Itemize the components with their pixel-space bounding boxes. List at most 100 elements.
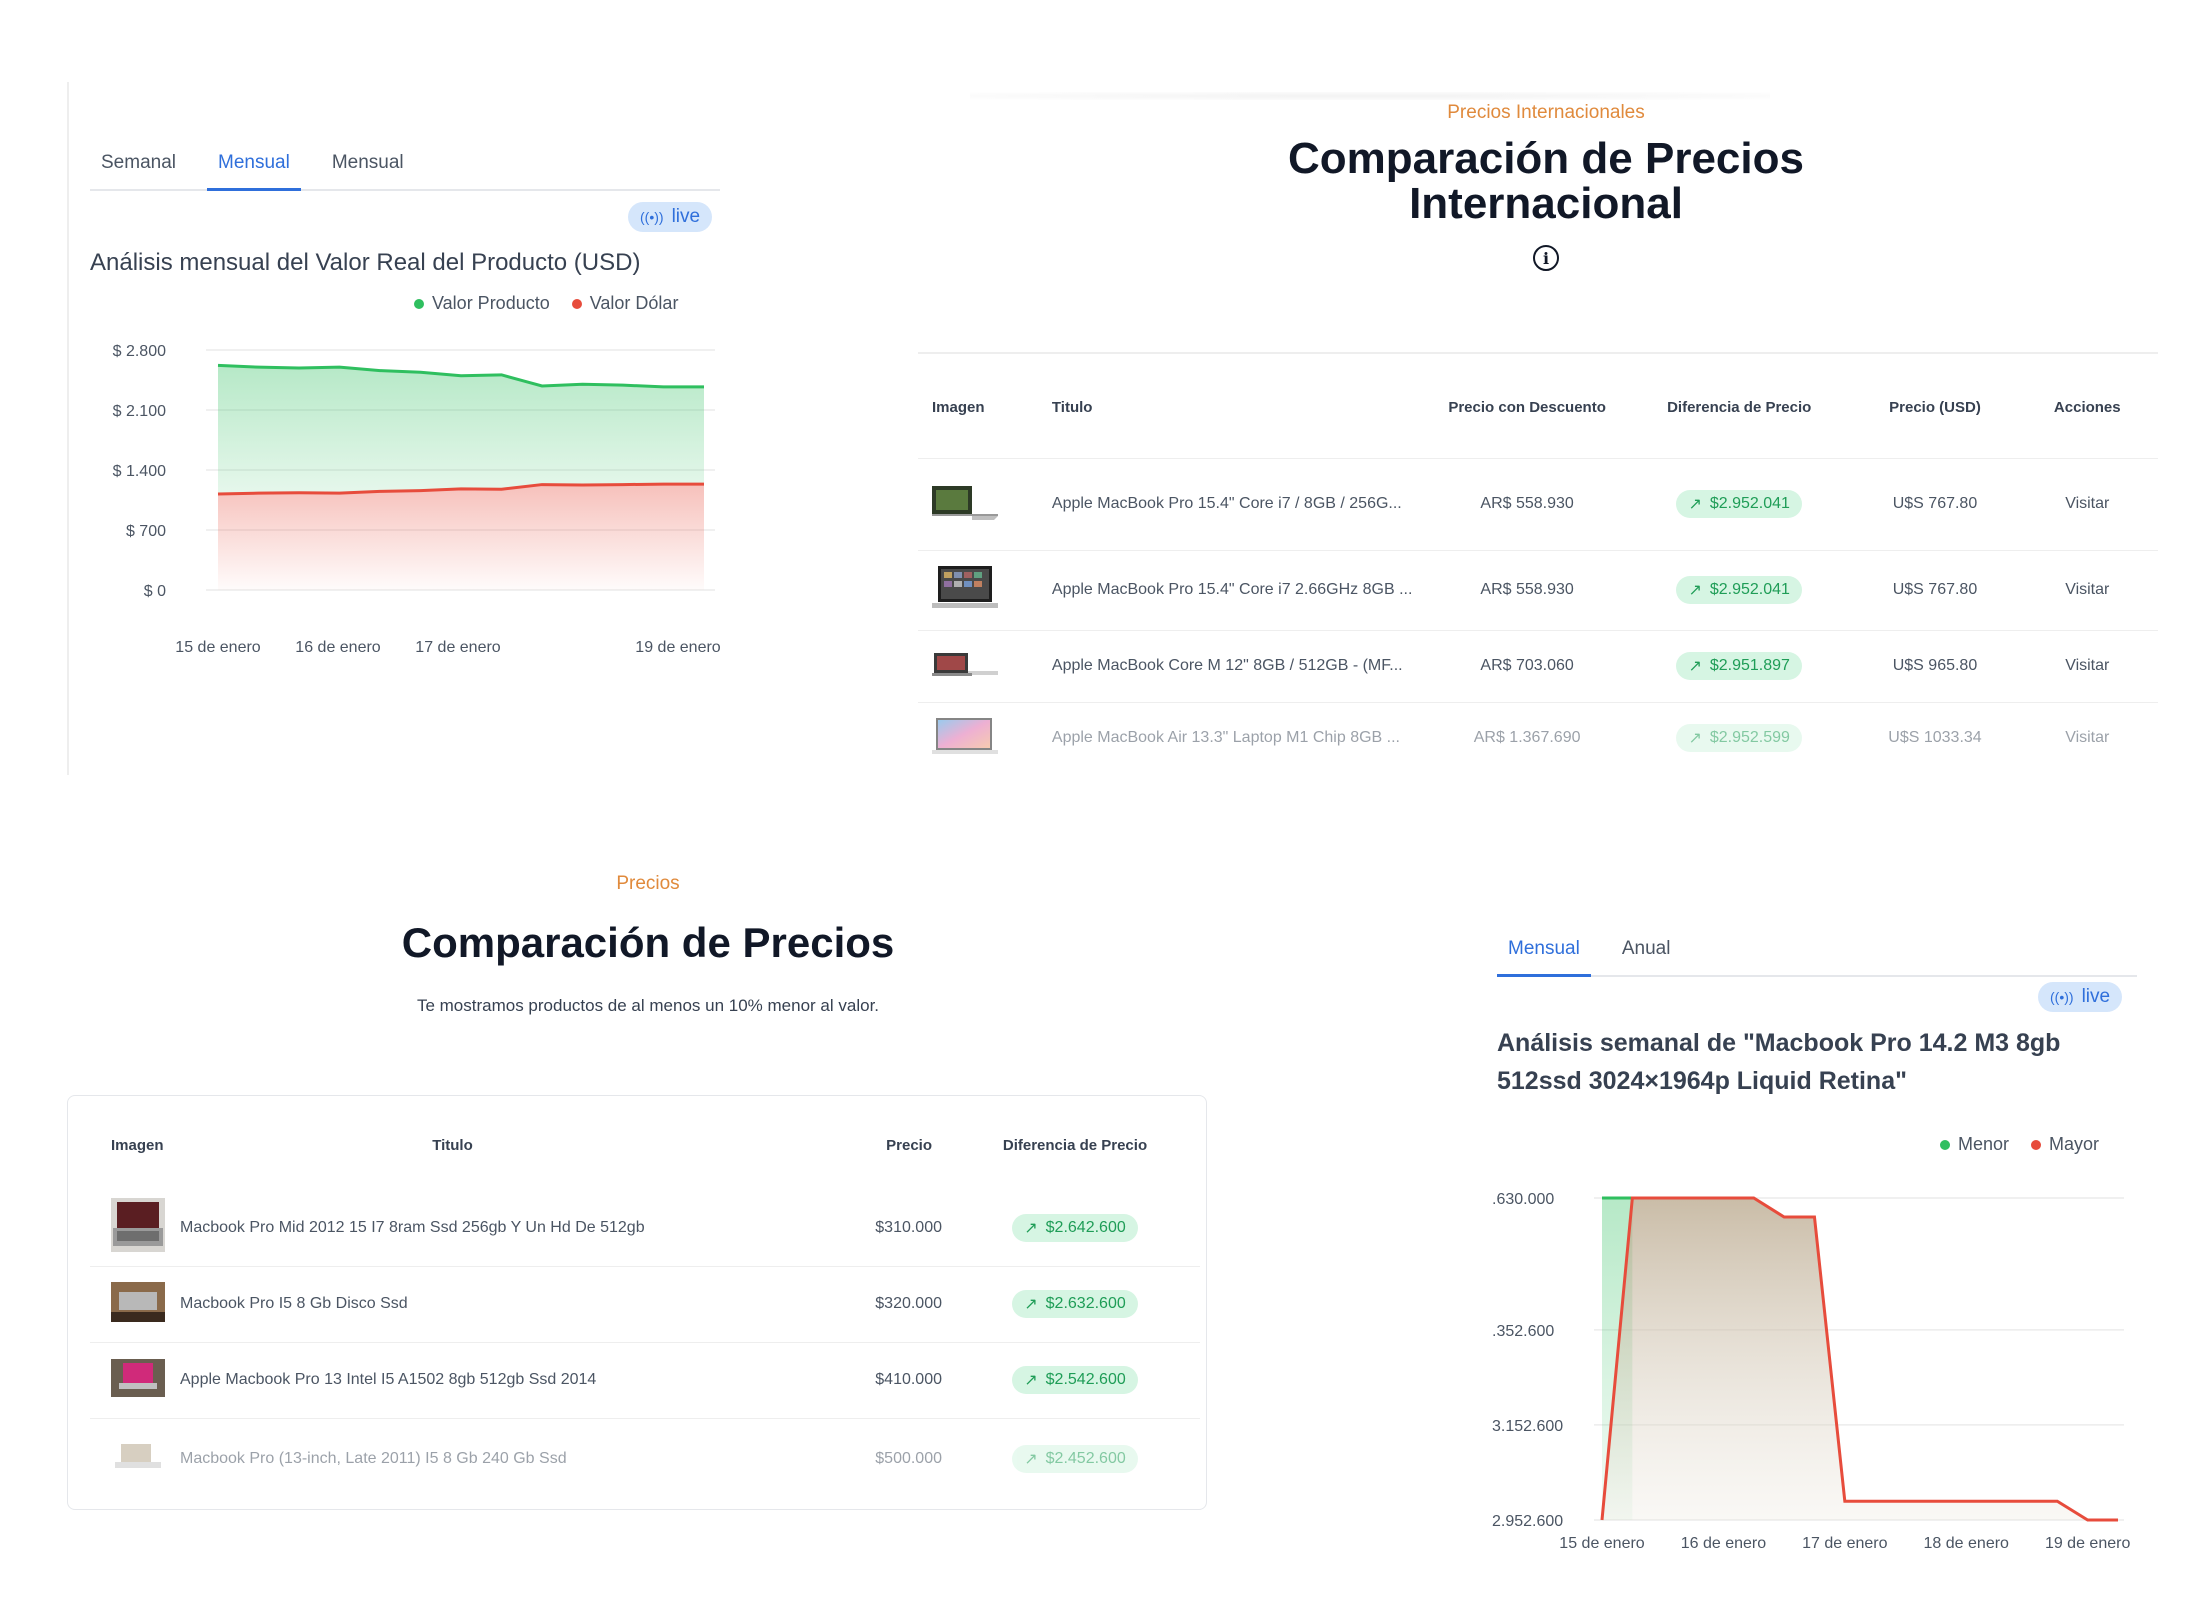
price-diff-cell: ↗ $2.952.599 bbox=[1625, 701, 1854, 774]
price-diff-badge: ↗ $2.952.041 bbox=[1676, 490, 1802, 518]
x-tick-label: 15 de enero bbox=[175, 639, 261, 656]
usd-price: U$S 1033.34 bbox=[1853, 701, 2017, 774]
x-tick-label: 17 de enero bbox=[415, 639, 501, 656]
table-row[interactable]: Apple MacBook Core M 12" 8GB / 512GB - (… bbox=[918, 629, 2158, 702]
table-row[interactable]: Macbook Pro Mid 2012 15 I7 8ram Ssd 256g… bbox=[90, 1190, 1200, 1266]
y-tick-label: $ 2.100 bbox=[113, 403, 166, 420]
col-precio: Precio bbox=[886, 1136, 932, 1154]
price-diff-cell: ↗ $2.951.897 bbox=[1625, 629, 1854, 702]
panel3-title: Comparación de Precios bbox=[401, 919, 895, 966]
col-imagen: Imagen bbox=[932, 399, 985, 417]
broadcast-icon: ((•)) bbox=[640, 209, 664, 225]
arrow-up-right-icon: ↗ bbox=[1024, 1296, 1038, 1313]
tab-semanal[interactable]: Semanal bbox=[90, 152, 187, 189]
y-tick-label: $ 700 bbox=[126, 523, 166, 540]
product-title[interactable]: Apple MacBook Air 13.3" Laptop M1 Chip 8… bbox=[1015, 701, 1430, 774]
laptop-thumbnail bbox=[111, 1281, 165, 1322]
y-tick-label: 2.952.600 bbox=[1492, 1513, 1563, 1530]
price: $500.000 bbox=[725, 1417, 950, 1500]
table-row[interactable]: Macbook Pro I5 8 Gb Disco Ssd $320.000 ↗… bbox=[90, 1265, 1200, 1342]
product-title[interactable]: Macbook Pro Mid 2012 15 I7 8ram Ssd 256g… bbox=[180, 1190, 725, 1266]
legend-mayor[interactable]: Mayor bbox=[2031, 1134, 2099, 1155]
discount-price: AR$ 558.930 bbox=[1429, 549, 1625, 630]
price-diff-cell: ↗ $2.452.600 bbox=[950, 1417, 1200, 1500]
info-icon[interactable]: i bbox=[1533, 245, 1559, 271]
chart2-title-line1: Análisis semanal de "Macbook Pro 14.2 M3… bbox=[1497, 1029, 2061, 1057]
chart1-title: Análisis mensual del Valor Real del Prod… bbox=[90, 249, 641, 276]
chart2-svg: .630.000 .352.600 3.152.600 2.952.600 15 de… bbox=[1492, 1191, 2130, 1550]
price-diff-value: $2.952.041 bbox=[1709, 495, 1790, 512]
product-title[interactable]: Apple MacBook Pro 15.4" Core i7 / 8GB / … bbox=[1015, 457, 1430, 550]
table-row[interactable]: Apple MacBook Pro 15.4" Core i7 / 8GB / … bbox=[918, 457, 2158, 550]
usd-price: U$S 965.80 bbox=[1853, 629, 2017, 702]
panel3-eyebrow: Precios bbox=[616, 873, 680, 894]
price: $320.000 bbox=[725, 1265, 950, 1342]
legend-valor-dolar[interactable]: Valor Dólar bbox=[571, 293, 679, 314]
table-row[interactable]: Macbook Pro (13-inch, Late 2011) I5 8 Gb… bbox=[90, 1417, 1200, 1500]
discount-price: AR$ 1.367.690 bbox=[1429, 701, 1625, 774]
arrow-up-right-icon: ↗ bbox=[1688, 658, 1702, 675]
arrow-up-right-icon: ↗ bbox=[1024, 1372, 1038, 1389]
visit-link[interactable]: Visitar bbox=[2016, 629, 2158, 702]
visit-link[interactable]: Visitar bbox=[2016, 701, 2158, 774]
usd-price: U$S 767.80 bbox=[1853, 549, 2017, 630]
legend-label: Menor bbox=[1958, 1134, 2010, 1154]
area-mayor bbox=[1602, 1198, 2118, 1520]
price-diff-value: $2.951.897 bbox=[1709, 657, 1790, 674]
legend-dot-green bbox=[414, 298, 424, 309]
x-tick-label: 18 de enero bbox=[1924, 1535, 2010, 1550]
thumb-cell bbox=[90, 1265, 180, 1342]
chart2-legend: Menor Mayor bbox=[1940, 1134, 2099, 1155]
col-imagen: Imagen bbox=[111, 1136, 164, 1154]
y-tick-label: $ 2.800 bbox=[113, 343, 166, 360]
table-header-row: Imagen Titulo Precio con Descuento Difer… bbox=[918, 358, 2158, 458]
col-diferencia: Diferencia de Precio bbox=[1002, 1136, 1148, 1154]
x-tick-label: 17 de enero bbox=[1802, 1535, 1888, 1550]
info-glyph: i bbox=[1542, 248, 1550, 268]
discount-price: AR$ 558.930 bbox=[1429, 457, 1625, 550]
visit-link[interactable]: Visitar bbox=[2016, 457, 2158, 550]
laptop-thumbnail bbox=[932, 652, 998, 676]
table-row[interactable]: Apple MacBook Air 13.3" Laptop M1 Chip 8… bbox=[918, 701, 2158, 774]
tab-mensual[interactable]: Mensual bbox=[1497, 938, 1591, 977]
legend-dot-red bbox=[571, 298, 582, 309]
arrow-up-right-icon: ↗ bbox=[1024, 1219, 1038, 1237]
laptop-thumbnail bbox=[111, 1198, 165, 1253]
visit-link[interactable]: Visitar bbox=[2016, 549, 2158, 630]
panel2-title-line1: Comparación de Precios bbox=[1288, 134, 1804, 183]
thumb-cell bbox=[918, 549, 1016, 630]
panel2-title-line2: Internacional bbox=[1409, 179, 1683, 228]
y-tick-label: $ 0 bbox=[144, 583, 166, 600]
tab-mensual[interactable]: Mensual bbox=[207, 152, 301, 191]
laptop-thumbnail bbox=[932, 565, 998, 608]
tab-anual[interactable]: Anual bbox=[1611, 938, 1682, 975]
price-diff-value: $2.952.041 bbox=[1709, 581, 1790, 598]
legend-menor[interactable]: Menor bbox=[1940, 1134, 2009, 1155]
price-diff-value: $2.632.600 bbox=[1045, 1295, 1126, 1312]
thumb-cell bbox=[90, 1417, 180, 1500]
product-title[interactable]: Macbook Pro (13-inch, Late 2011) I5 8 Gb… bbox=[180, 1417, 725, 1500]
product-title[interactable]: Apple MacBook Core M 12" 8GB / 512GB - (… bbox=[1015, 629, 1430, 702]
chart1-legend: Valor Producto Valor Dólar bbox=[414, 293, 678, 314]
tab-mensual-2[interactable]: Mensual bbox=[321, 152, 415, 189]
price-diff-value: $2.542.600 bbox=[1045, 1371, 1126, 1388]
product-title[interactable]: Apple MacBook Pro 15.4" Core i7 2.66GHz … bbox=[1015, 549, 1430, 630]
table-row[interactable]: Apple Macbook Pro 13 Intel I5 A1502 8gb … bbox=[90, 1341, 1200, 1418]
price: $410.000 bbox=[725, 1341, 950, 1418]
price-diff-value: $2.952.599 bbox=[1709, 729, 1790, 747]
col-acciones: Acciones bbox=[2053, 399, 2121, 417]
price-diff-badge: ↗ $2.952.041 bbox=[1676, 576, 1802, 604]
product-title[interactable]: Apple Macbook Pro 13 Intel I5 A1502 8gb … bbox=[180, 1341, 725, 1418]
legend-label: Valor Dólar bbox=[589, 293, 679, 313]
y-tick-label: .352.600 bbox=[1492, 1323, 1554, 1340]
broadcast-icon: ((•)) bbox=[2050, 989, 2074, 1005]
thumb-cell bbox=[90, 1341, 180, 1418]
table-row[interactable]: Apple MacBook Pro 15.4" Core i7 2.66GHz … bbox=[918, 549, 2158, 630]
arrow-up-right-icon: ↗ bbox=[1688, 496, 1702, 513]
area-valor-dolar bbox=[218, 484, 704, 590]
chart2-title-line2: 512ssd 3024×1964p Liquid Retina" bbox=[1497, 1067, 1907, 1095]
panel2-top-shadow bbox=[970, 92, 1770, 100]
arrow-up-right-icon: ↗ bbox=[1688, 582, 1702, 599]
legend-valor-producto[interactable]: Valor Producto bbox=[414, 293, 550, 314]
product-title[interactable]: Macbook Pro I5 8 Gb Disco Ssd bbox=[180, 1265, 725, 1342]
